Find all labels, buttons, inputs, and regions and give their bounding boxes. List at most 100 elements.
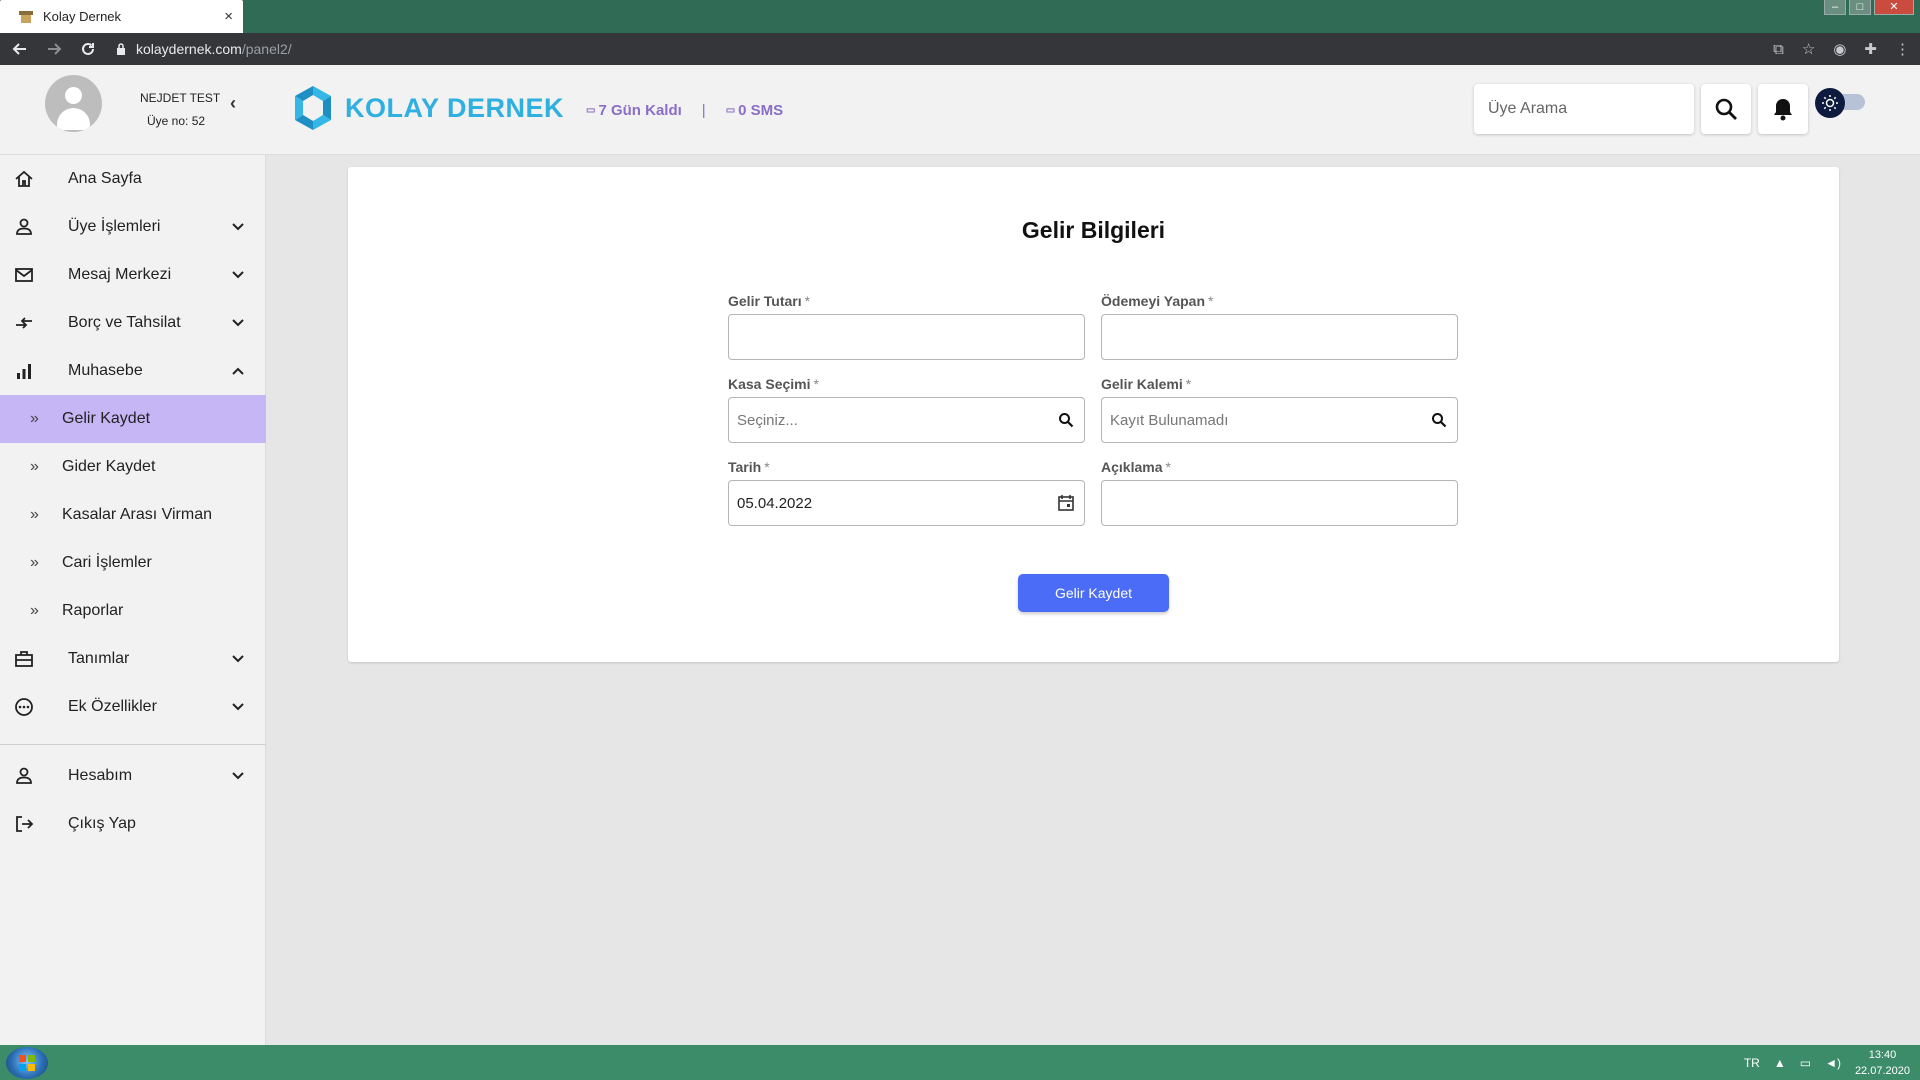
app-header: NEJDET TEST Üye no: 52 ‹ KOLAY DERNEK ▭ … [0,65,1920,155]
chevron-down-icon [232,655,244,663]
menu-dots-icon[interactable]: ⋮ [1895,40,1910,58]
sidebar-subitem-transfer[interactable]: » Kasalar Arası Virman [0,491,266,539]
close-window-button[interactable]: ✕ [1874,0,1914,15]
sidebar-item-label: Cari İşlemler [62,554,152,571]
logout-icon [13,813,35,835]
subscription-info: ▭ 7 Gün Kaldı | ▭ 0 SMS [586,102,783,119]
address-bar: kolaydernek.com/panel2/ ⧉ ☆ ◉ ✚ ⋮ [0,33,1920,65]
reload-icon[interactable] [74,35,102,63]
income-item-placeholder: Kayıt Bulunamadı [1110,411,1229,429]
maximize-button[interactable]: □ [1849,0,1871,15]
network-icon[interactable]: ▭ [1800,1056,1811,1070]
theme-toggle[interactable] [1815,88,1867,118]
search-button[interactable] [1701,84,1751,134]
back-icon[interactable] [6,35,34,63]
minimize-button[interactable]: – [1824,0,1846,15]
url-field[interactable]: kolaydernek.com/panel2/ [116,41,292,57]
payer-label: Ödemeyi Yapan * [1101,293,1214,309]
tab-close-icon[interactable]: × [224,8,233,25]
sidebar-item-label: Gider Kaydet [62,458,156,475]
description-input[interactable] [1101,480,1458,526]
sidebar-subitem-reports[interactable]: » Raporlar [0,587,266,635]
tray-expand-icon[interactable]: ▲ [1774,1056,1786,1070]
sidebar-item-messages[interactable]: Mesaj Merkezi [0,251,266,299]
date-value: 05.04.2022 [737,494,813,512]
date-label: Tarih * [728,459,770,475]
cashbox-label: Kasa Seçimi * [728,376,819,392]
trial-days[interactable]: 7 Gün Kaldı [598,102,681,119]
sidebar-item-debt[interactable]: Borç ve Tahsilat [0,299,266,347]
browser-actions: ⧉ ☆ ◉ ✚ ⋮ [1773,33,1910,65]
sidebar-item-label: Ana Sayfa [68,170,142,187]
browser-tab-bar: Kolay Dernek × – □ ✕ [0,0,1920,33]
extensions-icon[interactable]: ✚ [1864,40,1877,58]
clock[interactable]: 13:40 22.07.2020 [1855,1047,1910,1079]
amount-input[interactable] [728,314,1085,360]
sidebar-item-members[interactable]: Üye İşlemleri [0,203,266,251]
windows-logo-icon [19,1055,35,1071]
sidebar-item-label: Üye İşlemleri [68,218,161,235]
payer-input[interactable] [1101,314,1458,360]
logo[interactable]: KOLAY DERNEK [291,84,564,132]
sidebar-subitem-income-record[interactable]: » Gelir Kaydet [0,395,266,443]
sidebar-item-accounting[interactable]: Muhasebe [0,347,266,395]
calendar-icon[interactable] [1056,493,1076,513]
sidebar-item-label: Çıkış Yap [68,815,136,832]
bullet-icon: » [30,554,39,571]
notifications-button[interactable] [1758,84,1808,134]
sidebar-item-logout[interactable]: Çıkış Yap [0,800,266,848]
camera-icon[interactable]: ◉ [1833,40,1846,58]
favicon-icon [19,10,33,23]
sidebar-item-label: Borç ve Tahsilat [68,314,181,331]
volume-icon[interactable]: ◄) [1825,1056,1841,1070]
url-host: kolaydernek.com [136,41,242,57]
chevron-down-icon [232,319,244,327]
description-field-group: Açıklama * [1101,459,1458,526]
home-icon [13,168,35,190]
sidebar-item-label: Mesaj Merkezi [68,266,172,283]
sidebar-subitem-expense-record[interactable]: » Gider Kaydet [0,443,266,491]
chevron-down-icon [232,271,244,279]
member-search-input[interactable] [1474,84,1694,134]
language-indicator[interactable]: TR [1744,1056,1760,1070]
sidebar-item-account[interactable]: Hesabım [0,752,266,800]
start-button[interactable] [6,1047,48,1079]
forward-icon[interactable] [40,35,68,63]
sidebar-subitem-current-accounts[interactable]: » Cari İşlemler [0,539,266,587]
amount-field-group: Gelir Tutarı * [728,293,1085,360]
amount-label: Gelir Tutarı * [728,293,811,309]
logo-mark-icon [295,86,331,130]
avatar[interactable] [45,75,102,132]
sidebar-item-extras[interactable]: Ek Özellikler [0,683,266,731]
sidebar-item-label: Hesabım [68,767,133,784]
profile-section: NEJDET TEST Üye no: 52 ‹ [0,65,266,155]
member-search-box [1474,84,1694,134]
sidebar-item-home[interactable]: Ana Sayfa [0,155,266,203]
bookmark-star-icon[interactable]: ☆ [1802,40,1815,58]
person-icon [13,765,35,787]
sidebar-item-definitions[interactable]: Tanımlar [0,635,266,683]
browser-tab[interactable]: Kolay Dernek × [0,0,243,33]
chevron-down-icon [232,772,244,780]
sidebar-item-label: Gelir Kaydet [62,410,151,427]
cashbox-field-group: Kasa Seçimi * Seçiniz... [728,376,1085,443]
user-number: Üye no: 52 [147,114,206,128]
income-item-select[interactable]: Kayıt Bulunamadı [1101,397,1458,443]
save-income-button[interactable]: Gelir Kaydet [1018,574,1169,612]
collapse-sidebar-icon[interactable]: ‹ [230,93,236,114]
sms-count[interactable]: 0 SMS [738,102,783,119]
window-controls: – □ ✕ [1824,0,1914,15]
transfer-icon [13,312,35,334]
chevron-down-icon [232,223,244,231]
cashbox-placeholder: Seçiniz... [737,411,798,429]
search-icon[interactable] [1429,410,1449,430]
logo-text: KOLAY DERNEK [345,92,565,123]
separator: | [701,102,706,119]
date-field-group: Tarih * 05.04.2022 [728,459,1085,526]
cashbox-select[interactable]: Seçiniz... [728,397,1085,443]
search-icon[interactable] [1056,410,1076,430]
translate-icon[interactable]: ⧉ [1773,41,1784,58]
bar-chart-icon [13,360,35,382]
url-path: /panel2/ [241,41,292,57]
date-input[interactable]: 05.04.2022 [728,480,1085,526]
